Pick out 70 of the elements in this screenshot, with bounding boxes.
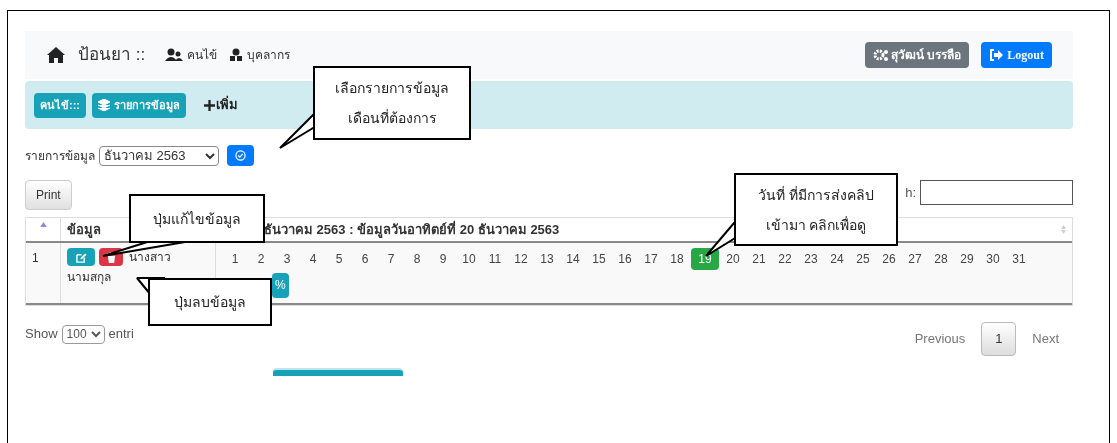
- day-link[interactable]: 7: [381, 248, 401, 270]
- day-link[interactable]: 11: [485, 248, 505, 270]
- edit-icon: [75, 251, 87, 263]
- add-link[interactable]: เพิ่ม: [204, 95, 238, 115]
- layers-icon: [98, 99, 110, 111]
- sign-out-icon: [989, 49, 1004, 61]
- nav-link[interactable]: บุคลากร: [229, 46, 291, 64]
- sort-icon: [39, 222, 47, 227]
- day-link[interactable]: 16: [615, 248, 635, 270]
- column-header[interactable]: ข้อมูล: [67, 219, 101, 240]
- callout-text: เดือนที่ต้องการ: [347, 108, 437, 128]
- nav-link[interactable]: คนไข้: [165, 46, 218, 64]
- day-link[interactable]: 12: [511, 248, 531, 270]
- staff-icon: [229, 48, 244, 62]
- day-link[interactable]: 17: [641, 248, 661, 270]
- sort-icon: [1061, 225, 1066, 234]
- day-link[interactable]: 31: [1009, 248, 1029, 270]
- callout-text: เข้ามา คลิกเพื่อดู: [765, 215, 867, 236]
- day-link[interactable]: 10: [459, 248, 479, 270]
- brand-title[interactable]: ป้อนยา ::: [78, 42, 146, 68]
- day-link[interactable]: 3: [277, 248, 297, 270]
- day-link[interactable]: 23: [801, 248, 821, 270]
- day-link[interactable]: 25: [853, 248, 873, 270]
- callout-text: เลือกรายการข้อมูล: [335, 79, 449, 99]
- next-link[interactable]: Next: [1028, 329, 1063, 349]
- row-number: 1: [32, 251, 39, 265]
- day-link[interactable]: 20: [723, 248, 743, 270]
- surname-text: นามสกุล: [67, 269, 112, 286]
- name-text: นางสาว: [129, 249, 171, 266]
- show-label: Show: [25, 325, 58, 344]
- entries-select[interactable]: 100: [61, 324, 105, 344]
- gears-icon: [873, 48, 890, 62]
- day-link[interactable]: 5: [329, 248, 349, 270]
- day-link[interactable]: 24: [827, 248, 847, 270]
- search-field[interactable]: [920, 180, 1073, 205]
- plus-icon: [204, 99, 215, 111]
- day-link[interactable]: 6: [355, 248, 375, 270]
- user-button[interactable]: สุวัฒน์ บรรลือ: [865, 42, 970, 68]
- day-link[interactable]: 28: [931, 248, 951, 270]
- filter-label: รายการข้อมูล: [25, 147, 95, 165]
- search-label: h:: [905, 183, 916, 202]
- entries-label: entri: [108, 325, 134, 344]
- callout-text: วันที่ ที่มีการส่งคลิป: [758, 185, 874, 205]
- day-link[interactable]: 29: [957, 248, 977, 270]
- month-select[interactable]: ธันวาคม 2563: [99, 145, 219, 166]
- day-link[interactable]: 9: [433, 248, 453, 270]
- day-link[interactable]: 4: [303, 248, 323, 270]
- users-icon: [165, 48, 184, 62]
- previous-link[interactable]: Previous: [910, 329, 970, 349]
- day-link[interactable]: 22: [775, 248, 795, 270]
- day-link[interactable]: 26: [879, 248, 899, 270]
- print-button[interactable]: Print: [25, 180, 72, 210]
- logout-button[interactable]: Logout: [981, 42, 1052, 68]
- callout-text: ปุ่มแก้ไขข้อมูล: [153, 209, 241, 230]
- column-header[interactable]: ธันวาคม 2563 : ข้อมูลวันอาทิตย์ที่ 20 ธันวาคม 2563: [264, 219, 560, 240]
- day-link[interactable]: 13: [537, 248, 557, 270]
- day-link[interactable]: 2: [251, 248, 271, 270]
- confirm-button[interactable]: [227, 145, 254, 166]
- day-link[interactable]: 21: [749, 248, 769, 270]
- day-link[interactable]: 27: [905, 248, 925, 270]
- day-link[interactable]: 15: [589, 248, 609, 270]
- day-link[interactable]: 1: [225, 248, 245, 270]
- day-link[interactable]: 8: [407, 248, 427, 270]
- day-link[interactable]: 30: [983, 248, 1003, 270]
- home-icon: [46, 46, 66, 64]
- check-circle-icon: [235, 150, 246, 161]
- day-link[interactable]: 14: [563, 248, 583, 270]
- callout-text: ปุ่มลบข้อมูล: [174, 293, 246, 313]
- day-link[interactable]: 18: [667, 248, 687, 270]
- page-button[interactable]: 1: [981, 322, 1017, 356]
